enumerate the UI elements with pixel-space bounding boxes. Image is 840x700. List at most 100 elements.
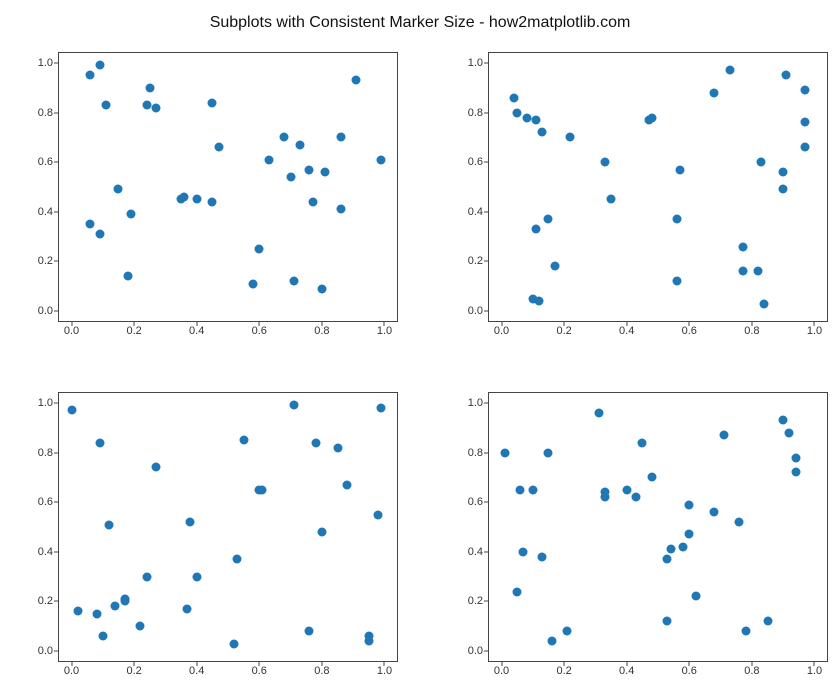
data-point (550, 262, 559, 271)
data-point (791, 468, 800, 477)
data-point (95, 61, 104, 70)
x-tick-label: 0.6 (252, 325, 267, 337)
y-tick-label: 0.2 (38, 255, 53, 267)
data-point (95, 230, 104, 239)
data-point (544, 448, 553, 457)
data-point (67, 406, 76, 415)
y-tick-label: 0.0 (38, 645, 53, 657)
data-point (516, 485, 525, 494)
data-point (101, 101, 110, 110)
data-point (289, 277, 298, 286)
data-point (145, 83, 154, 92)
data-point (663, 617, 672, 626)
x-tick-label: 0.8 (744, 665, 759, 677)
x-tick-label: 0.4 (619, 325, 634, 337)
data-point (638, 438, 647, 447)
y-tick-label: 0.0 (38, 305, 53, 317)
figure-title: Subplots with Consistent Marker Size - h… (0, 14, 840, 32)
y-tick-label: 1.0 (38, 397, 53, 409)
y-tick (484, 402, 489, 403)
y-tick (484, 211, 489, 212)
x-tick-label: 0.0 (494, 665, 509, 677)
y-tick-label: 0.2 (38, 595, 53, 607)
data-point (725, 66, 734, 75)
data-point (289, 401, 298, 410)
data-point (622, 485, 631, 494)
data-point (183, 604, 192, 613)
y-tick (484, 651, 489, 652)
data-point (801, 118, 810, 127)
y-tick (54, 502, 59, 503)
y-tick (54, 452, 59, 453)
data-point (192, 572, 201, 581)
data-point (86, 71, 95, 80)
data-point (735, 518, 744, 527)
y-tick (54, 162, 59, 163)
y-tick-label: 0.4 (468, 546, 483, 558)
data-point (500, 448, 509, 457)
data-point (377, 403, 386, 412)
subplot-grid: 0.00.20.40.60.81.00.00.20.40.60.81.0 0.0… (10, 46, 834, 690)
y-tick-label: 0.8 (468, 447, 483, 459)
data-point (522, 113, 531, 122)
subplot-0: 0.00.20.40.60.81.00.00.20.40.60.81.0 (10, 46, 404, 350)
data-point (719, 431, 728, 440)
data-point (186, 518, 195, 527)
data-point (258, 485, 267, 494)
data-point (73, 607, 82, 616)
x-tick-label: 0.6 (682, 665, 697, 677)
data-point (738, 242, 747, 251)
data-point (782, 71, 791, 80)
data-point (152, 463, 161, 472)
data-point (563, 627, 572, 636)
data-point (92, 609, 101, 618)
data-point (513, 587, 522, 596)
data-point (208, 98, 217, 107)
data-point (208, 197, 217, 206)
data-point (342, 480, 351, 489)
data-point (249, 279, 258, 288)
y-tick-label: 0.6 (468, 156, 483, 168)
y-tick-label: 1.0 (468, 397, 483, 409)
data-point (114, 185, 123, 194)
data-point (123, 272, 132, 281)
data-point (280, 133, 289, 142)
y-tick (484, 162, 489, 163)
data-point (308, 197, 317, 206)
y-tick (484, 112, 489, 113)
y-tick-label: 0.6 (468, 496, 483, 508)
plot-area: 0.00.20.40.60.81.00.00.20.40.60.81.0 (489, 53, 827, 321)
data-point (566, 133, 575, 142)
data-point (105, 520, 114, 529)
data-point (760, 299, 769, 308)
x-tick-label: 0.0 (494, 325, 509, 337)
x-tick-label: 0.0 (64, 325, 79, 337)
data-point (538, 128, 547, 137)
x-tick-label: 0.2 (556, 665, 571, 677)
data-point (120, 597, 129, 606)
data-point (192, 195, 201, 204)
data-point (663, 555, 672, 564)
subplot-1: 0.00.20.40.60.81.00.00.20.40.60.81.0 (440, 46, 834, 350)
data-point (510, 93, 519, 102)
y-tick (484, 261, 489, 262)
data-point (741, 627, 750, 636)
data-point (352, 76, 361, 85)
data-point (264, 155, 273, 164)
data-point (785, 428, 794, 437)
plot-area: 0.00.20.40.60.81.00.00.20.40.60.81.0 (489, 393, 827, 661)
y-tick-label: 0.2 (468, 595, 483, 607)
x-tick-label: 0.2 (556, 325, 571, 337)
data-point (779, 185, 788, 194)
y-tick-label: 0.6 (38, 496, 53, 508)
y-tick (484, 551, 489, 552)
y-tick (484, 502, 489, 503)
x-tick-label: 0.4 (619, 665, 634, 677)
figure: Subplots with Consistent Marker Size - h… (0, 0, 840, 700)
y-tick (54, 62, 59, 63)
axes-frame: 0.00.20.40.60.81.00.00.20.40.60.81.0 (488, 392, 828, 662)
y-tick (484, 601, 489, 602)
axes-frame: 0.00.20.40.60.81.00.00.20.40.60.81.0 (488, 52, 828, 322)
data-point (672, 215, 681, 224)
data-point (801, 143, 810, 152)
